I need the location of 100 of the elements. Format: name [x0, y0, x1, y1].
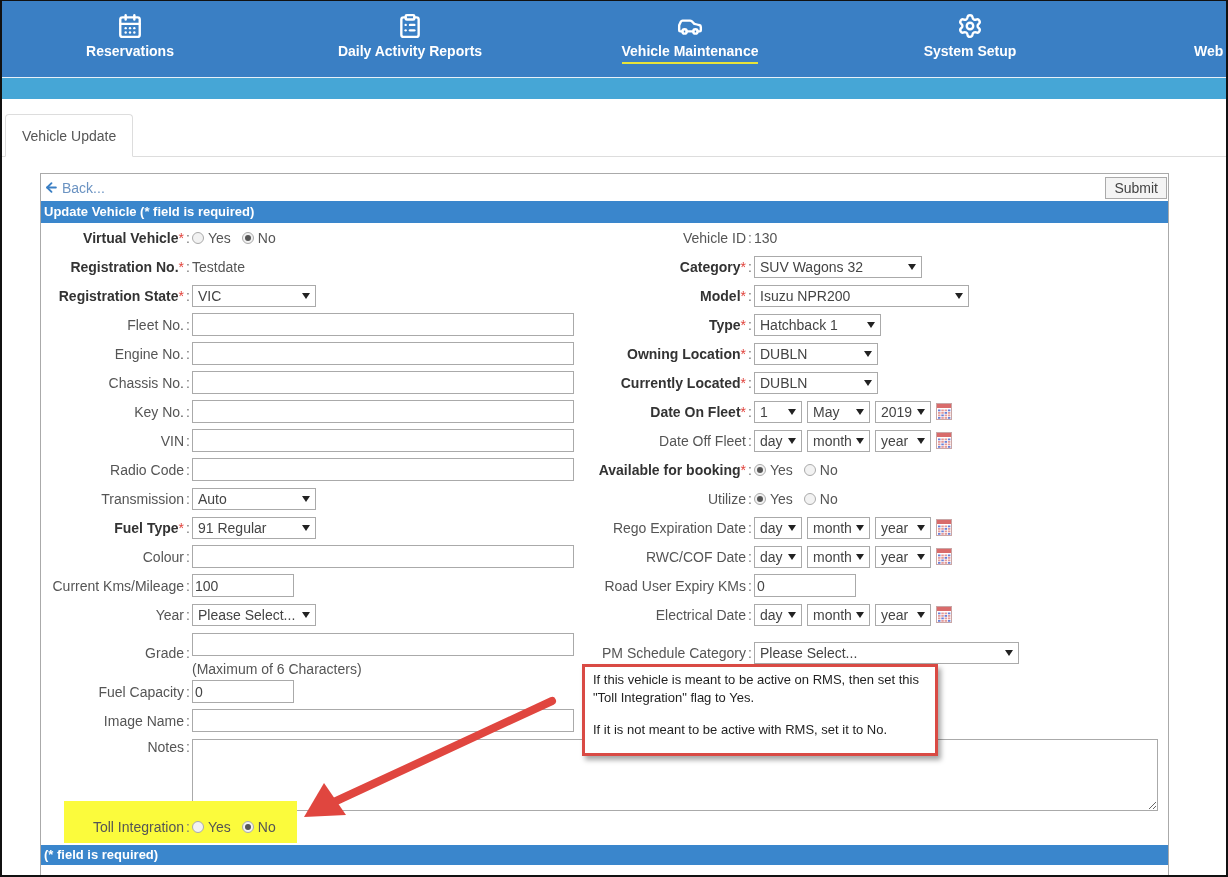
text-input[interactable]	[192, 313, 574, 336]
field-label: Notes	[147, 739, 184, 755]
submit-button[interactable]: Submit	[1105, 176, 1167, 199]
nav-item[interactable]: Reservations	[86, 43, 174, 64]
separator: :	[185, 229, 191, 246]
radio-button[interactable]	[241, 231, 254, 244]
caret-icon	[788, 611, 796, 618]
dropdown[interactable]: month	[807, 545, 870, 568]
field-label: Chassis No.	[108, 374, 184, 391]
separator: :	[185, 606, 191, 623]
dropdown[interactable]: day	[754, 603, 802, 626]
caret-icon	[917, 408, 925, 415]
field-value: 130	[754, 229, 778, 246]
caret-icon	[917, 553, 925, 560]
caret-icon	[917, 611, 925, 618]
dropdown[interactable]: day	[754, 545, 802, 568]
dropdown[interactable]: DUBLN	[754, 342, 878, 365]
calendar-icon[interactable]	[117, 13, 143, 39]
dropdown[interactable]: DUBLN	[754, 371, 878, 394]
nav-item[interactable]: Web	[1194, 43, 1224, 64]
radio-button[interactable]	[241, 821, 254, 833]
calendar-icon[interactable]	[936, 403, 952, 420]
caret-icon	[302, 495, 310, 502]
caret-icon	[917, 524, 925, 531]
field-label: Toll Integration	[92, 819, 184, 835]
field-label: Engine No.	[114, 345, 184, 362]
dropdown[interactable]: 2019	[875, 400, 931, 423]
nav-item[interactable]: Daily Activity Reports	[337, 43, 483, 64]
field-label: Fleet No.	[127, 316, 184, 333]
dropdown[interactable]: SUV Wagons 32	[754, 255, 922, 278]
callout-text: If this vehicle is meant to be active on RMS, then set this "Toll Integration" flag to Yes.	[593, 671, 920, 707]
text-input[interactable]	[192, 371, 574, 394]
calendar-icon[interactable]	[936, 606, 952, 623]
dropdown[interactable]: Hatchback 1	[754, 313, 881, 336]
caret-icon	[864, 379, 872, 386]
text-input[interactable]	[192, 709, 574, 732]
separator: :	[747, 403, 753, 420]
dropdown[interactable]: year	[875, 545, 931, 568]
dropdown[interactable]: day	[754, 429, 802, 452]
radio-button[interactable]	[192, 821, 204, 833]
nav-item[interactable]: Vehicle Maintenance	[621, 43, 759, 64]
dropdown[interactable]: VIC	[192, 284, 316, 307]
separator: :	[185, 519, 191, 536]
text-input[interactable]: 0	[192, 680, 294, 703]
field-label: Electrical Date	[655, 606, 746, 623]
text-input[interactable]	[192, 400, 574, 423]
calendar-icon[interactable]	[936, 432, 952, 449]
radio-label: No	[257, 229, 276, 246]
separator: :	[185, 490, 191, 507]
radio-button[interactable]	[803, 492, 816, 505]
dropdown[interactable]: day	[754, 516, 802, 539]
radio-button[interactable]	[754, 492, 766, 505]
radio-button[interactable]	[754, 463, 766, 476]
separator: :	[185, 258, 191, 275]
dropdown[interactable]: Please Select...	[754, 642, 1019, 664]
nav-item[interactable]: System Setup	[923, 43, 1017, 64]
text-input[interactable]	[192, 545, 574, 568]
dropdown[interactable]: 91 Regular	[192, 516, 316, 539]
text-input[interactable]: 100	[192, 574, 294, 597]
separator: :	[185, 432, 191, 449]
caret-icon	[864, 350, 872, 357]
field-label: Year	[155, 606, 184, 623]
dropdown[interactable]: year	[875, 516, 931, 539]
dropdown[interactable]: month	[807, 429, 870, 452]
settings-icon[interactable]	[957, 13, 983, 39]
separator: :	[747, 548, 753, 565]
field-label: Utilize	[707, 490, 746, 507]
caret-icon	[856, 524, 864, 531]
text-input[interactable]: 0	[754, 574, 856, 597]
clipboard-icon[interactable]	[397, 13, 423, 39]
separator: :	[185, 403, 191, 420]
dropdown[interactable]: month	[807, 603, 870, 626]
separator: :	[747, 432, 753, 449]
radio-button[interactable]	[803, 463, 816, 476]
text-input[interactable]	[192, 342, 574, 365]
separator: :	[747, 316, 753, 333]
dropdown[interactable]: year	[875, 429, 931, 452]
caret-icon	[917, 437, 925, 444]
text-input[interactable]	[192, 632, 574, 656]
dropdown[interactable]: 1	[754, 400, 802, 423]
calendar-icon[interactable]	[936, 519, 952, 536]
dropdown[interactable]: May	[807, 400, 870, 423]
separator: :	[185, 548, 191, 565]
calendar-icon[interactable]	[936, 548, 952, 565]
field-label: Vehicle ID	[682, 229, 746, 246]
tab[interactable]: Vehicle Update	[5, 114, 134, 157]
dropdown[interactable]: Auto	[192, 487, 316, 510]
separator: :	[185, 645, 191, 661]
dropdown[interactable]: Isuzu NPR200	[754, 284, 969, 307]
dropdown[interactable]: Please Select...	[192, 603, 316, 626]
separator: :	[747, 490, 753, 507]
caret-icon	[856, 437, 864, 444]
text-input[interactable]	[192, 429, 574, 452]
dropdown[interactable]: month	[807, 516, 870, 539]
dropdown[interactable]: year	[875, 603, 931, 626]
caret-icon	[302, 524, 310, 531]
text-input[interactable]	[192, 458, 574, 481]
section-header: Update Vehicle (* field is required)	[41, 201, 1168, 223]
field-label: Available for booking*	[598, 461, 746, 478]
radio-button[interactable]	[192, 231, 204, 244]
